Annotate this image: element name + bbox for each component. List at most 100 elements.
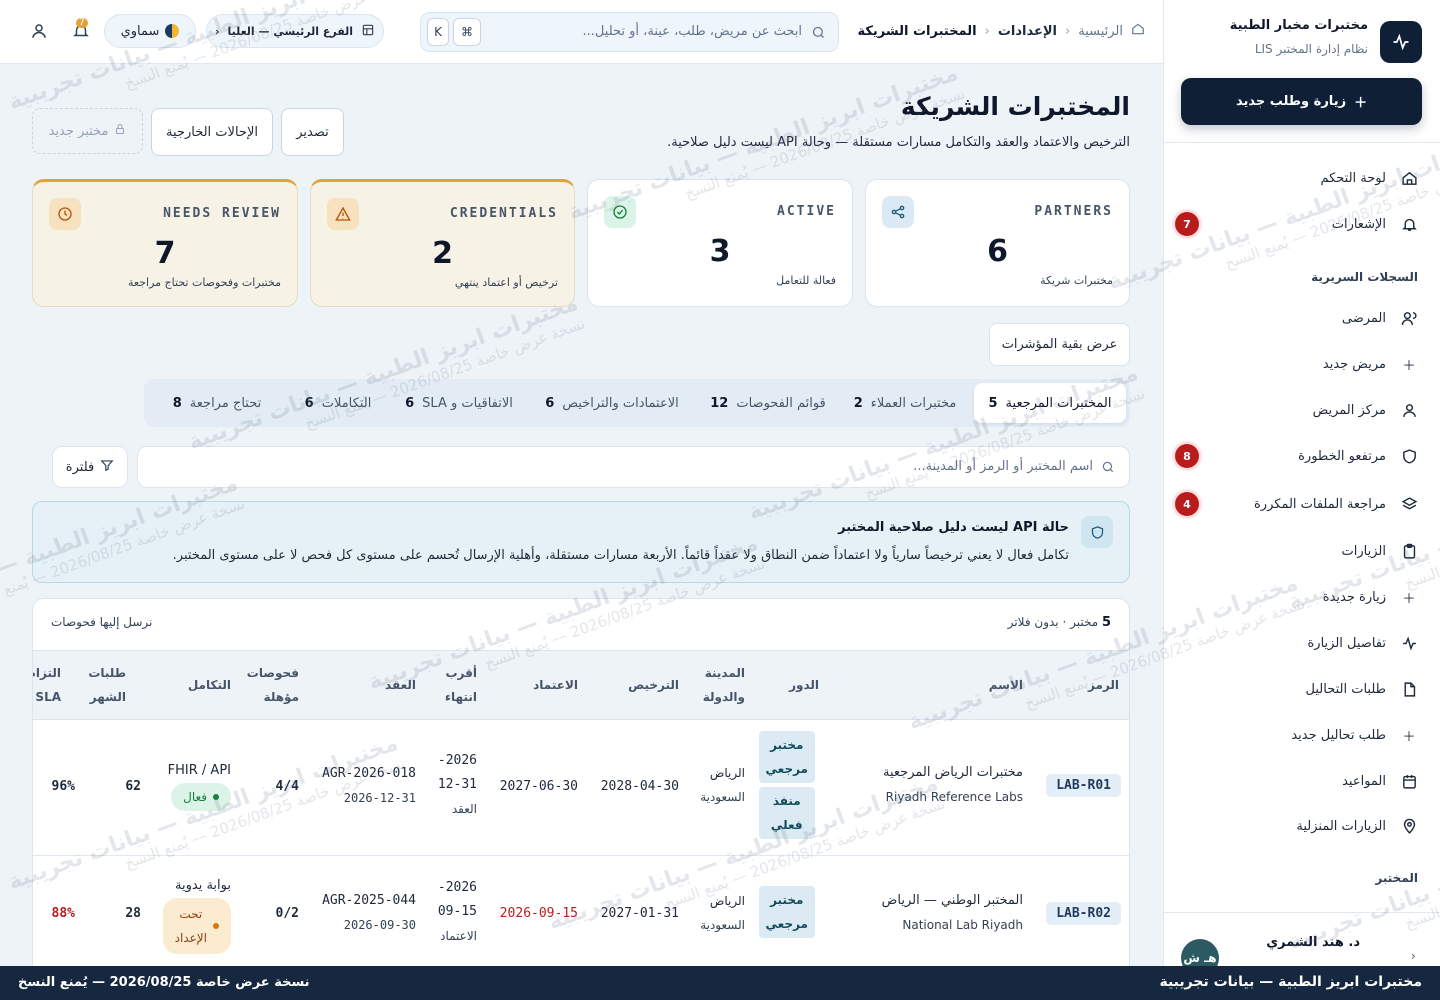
tab-accreditations-licenses[interactable]: الاعتمادات والتراخيص 6 [532,383,692,423]
filter-button[interactable]: فلترة [52,446,128,488]
col-contract[interactable]: العقد [385,673,416,697]
lab-name[interactable]: المختبر الوطني — الرياض National Lab Riy… [882,889,1023,937]
sidebar-item-new-test-request[interactable]: ＋ طلب تحاليل جديد [1185,717,1418,753]
sidebar-item-dashboard[interactable]: لوحة التحكم [1185,160,1418,196]
sidebar-item-new-patient[interactable]: ＋ مريض جديد [1185,346,1418,382]
sidebar-item-high-risk[interactable]: مرتفعو الخطورة 8 [1175,438,1418,474]
sidebar-item-patient-center[interactable]: مركز المريض [1185,392,1418,428]
col-expiry-line: أقرب [445,666,478,680]
new-lab-label: مختبر جديد [48,123,109,139]
col-accreditation[interactable]: الاعتماد [533,673,578,697]
role-chip: منفذ فعلي [758,787,815,839]
sidebar-item-new-visit[interactable]: ＋ زيارة جديدة [1185,579,1418,615]
theme-toggle[interactable]: سماوي [104,14,196,48]
user-icon [32,24,46,38]
sidebar-item-visit-details[interactable]: تفاصيل الزيارة [1185,625,1418,661]
tab-agreements-sla[interactable]: الاتفاقيات و SLA 6 [394,383,524,423]
col-license[interactable]: الترخيص [628,673,679,697]
expiry-line: 2026- [437,753,477,768]
breadcrumb-settings[interactable]: الإعدادات [998,24,1057,39]
kpi-credentials: CREDENTIALS 2 ترخيص أو اعتماد ينتهي [310,179,575,307]
sidebar-item-label: مريض جديد [1322,356,1386,372]
col-monthly-requests[interactable]: طلبات الشهر [88,661,126,709]
tab-test-lists[interactable]: قوائم الفحوصات 12 [700,383,836,423]
lab-search-input[interactable]: اسم المختبر أو الرمز أو المدينة... [137,446,1130,488]
col-nearest-expiry[interactable]: أقرب انتهاء [445,661,477,709]
tab-reference-labs[interactable]: المختبرات المرجعية 5 [974,383,1126,423]
lab-city: الرياض السعودية [700,889,745,937]
notification-count: 7 [76,18,88,28]
role-text: منفذ [772,794,801,808]
nearest-expiry: 2026- 12-31 العقد [438,749,477,821]
table-row[interactable]: LAB-R01 مختبرات الرياض المرجعية Riyadh R… [33,721,1129,856]
kpi-value: 3 [709,234,731,269]
accreditation-date: 2027-06-30 [499,779,578,794]
user-menu[interactable]: هـ ش د. هند الشمري ‹ [1163,912,1440,977]
contract: AGR-2026-018 2026-12-31 [322,762,416,810]
col-tests-line: فحوصات [246,666,299,680]
sidebar-item-visits[interactable]: الزيارات [1185,533,1418,569]
kpi-needs-review: NEEDS REVIEW 7 مختبرات وفحوصات تحتاج مرا… [32,179,298,307]
kpi-value: 7 [154,236,176,271]
sla-compliance: 88% [51,906,75,921]
tab-integrations[interactable]: التكاملات 6 [290,383,386,423]
watermark-text: مختبرات ابريز الطبية — بيانات تجريبية [185,290,582,456]
sidebar-item-test-requests[interactable]: طلبات التحاليل [1185,671,1418,707]
table-count-suffix: مختبر · بدون فلاتر [1007,615,1099,629]
branch-selector[interactable]: الفرع الرئيسي — العليا ‹ [206,14,384,48]
col-role[interactable]: الدور [789,673,819,697]
export-button[interactable]: تصدير [281,108,344,156]
tab-client-labs[interactable]: مختبرات العملاء 2 [844,383,966,423]
lab-code: LAB-R01 [1046,774,1121,798]
tab-label: الاتفاقيات و SLA [422,395,513,411]
lab-name[interactable]: مختبرات الرياض المرجعية Riyadh Reference… [883,761,1023,809]
search-icon [1101,460,1115,478]
expiry-line: 2026- [437,880,477,895]
col-integration[interactable]: التكامل [188,673,231,697]
bell-icon [1400,215,1418,233]
kbd-k: K [427,18,449,46]
global-search-input[interactable]: ابحث عن مريض، طلب، عينة، أو تحليل... ⌘ K [420,12,839,52]
lab-search-placeholder: اسم المختبر أو الرمز أو المدينة... [913,459,1093,474]
sidebar-item-notifications[interactable]: الإشعارات 7 [1175,206,1418,242]
col-eligible-tests[interactable]: فحوصات مؤهلة [247,661,299,709]
role-text: مختبر [770,738,804,752]
tab-needs-review[interactable]: تحتاج مراجعة 8 [152,383,282,423]
show-more-kpis-button[interactable]: عرض بقية المؤشرات [989,323,1130,366]
breadcrumb-home[interactable]: الرئيسية [1078,24,1123,39]
sidebar-item-home-visits[interactable]: الزيارات المنزلية [1185,808,1418,844]
theme-label: سماوي [120,23,160,39]
clipboard-icon [1400,542,1418,560]
sidebar-item-appointments[interactable]: المواعيد [1185,763,1418,799]
kbd-cmd: ⌘ [453,18,481,46]
search-icon [811,25,826,44]
tab-count: 6 [545,395,555,411]
new-visit-button[interactable]: ＋ زيارة وطلب جديد [1181,78,1422,125]
home-icon [1131,22,1145,40]
sidebar-item-label: الزيارات المنزلية [1296,818,1386,834]
sidebar-item-duplicate-review[interactable]: مراجعة الملفات المكررة 4 [1175,486,1418,522]
status-line: تحت [179,907,203,921]
role-chip: مختبر مرجعي [758,731,815,783]
col-name[interactable]: الاسم [989,673,1023,697]
city: الرياض [709,766,745,780]
shield-icon [1081,516,1113,548]
col-code[interactable]: الرمز [1088,673,1119,697]
shield-icon [1400,447,1418,465]
notifications-button[interactable]: 7 [72,18,90,44]
table-row[interactable]: LAB-R02 المختبر الوطني — الرياض National… [33,856,1129,977]
kpi-caption: مختبرات وفحوصات تحتاج مراجعة [128,276,281,289]
lock-icon [114,123,126,139]
map-pin-icon [1400,817,1418,835]
building-icon [361,23,375,40]
contract-date: 2026-12-31 [343,791,416,805]
col-city[interactable]: المدينة والدولة [703,661,745,709]
user-profile-button[interactable] [30,22,48,44]
sidebar-item-patients[interactable]: المرضى [1185,300,1418,336]
col-sla[interactable]: التزام SLA [33,661,61,709]
new-lab-button[interactable]: مختبر جديد [32,108,143,154]
external-referrals-button[interactable]: الإحالات الخارجية [151,108,273,156]
monthly-requests: 62 [125,779,141,794]
status-line: الإعداد [174,931,207,945]
brand-subtitle: نظام إدارة المختبر LIS [1254,42,1368,56]
